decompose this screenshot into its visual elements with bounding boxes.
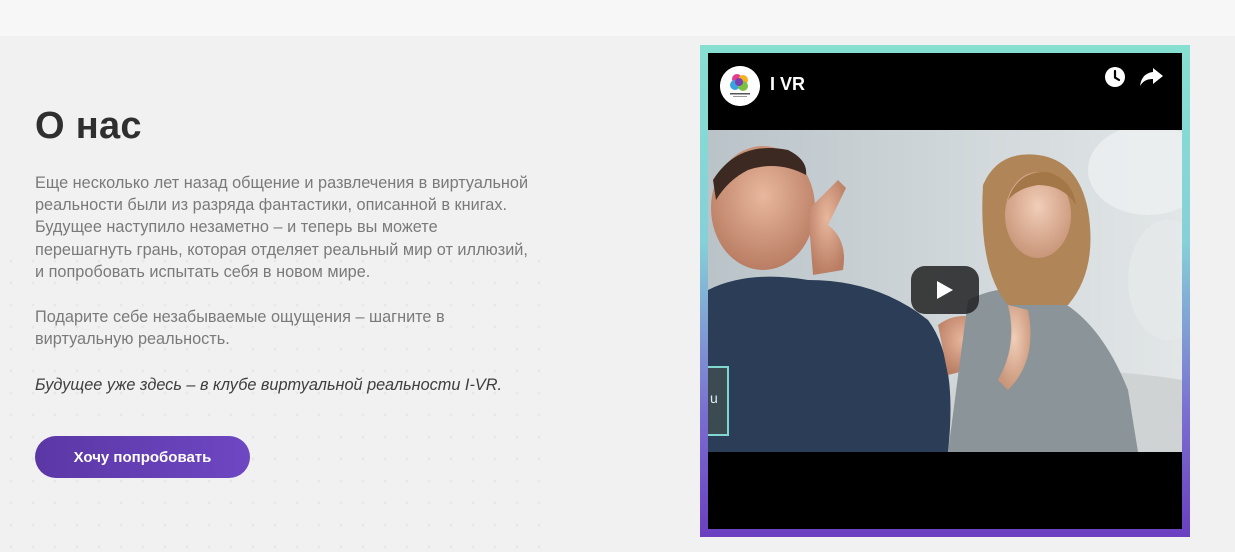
try-it-button[interactable]: Хочу попробовать: [35, 436, 250, 478]
video-frame: I VR u: [700, 45, 1190, 537]
sign-letter: u: [710, 390, 718, 406]
about-paragraph-2: Подарите себе незабываемые ощущения – ша…: [35, 308, 445, 349]
section-title: О нас: [35, 105, 142, 147]
share-arrow-icon[interactable]: [1139, 65, 1165, 89]
play-icon: [937, 281, 953, 299]
youtube-video-player[interactable]: I VR u: [708, 53, 1182, 529]
clock-icon[interactable]: [1103, 65, 1127, 89]
about-paragraph-1: Еще несколько лет назад общение и развле…: [35, 174, 529, 281]
top-band: [0, 0, 1235, 36]
video-header: I VR: [708, 53, 1182, 128]
about-section: О нас Еще несколько лет назад общение и …: [35, 100, 535, 397]
video-thumbnail[interactable]: u: [708, 125, 1182, 452]
edge-sign: u: [708, 366, 729, 436]
play-button[interactable]: [911, 266, 979, 314]
ivr-logo-icon[interactable]: [720, 66, 760, 106]
channel-name[interactable]: I VR: [770, 74, 805, 95]
about-tagline: Будущее уже здесь – в клубе виртуальной …: [35, 376, 503, 395]
